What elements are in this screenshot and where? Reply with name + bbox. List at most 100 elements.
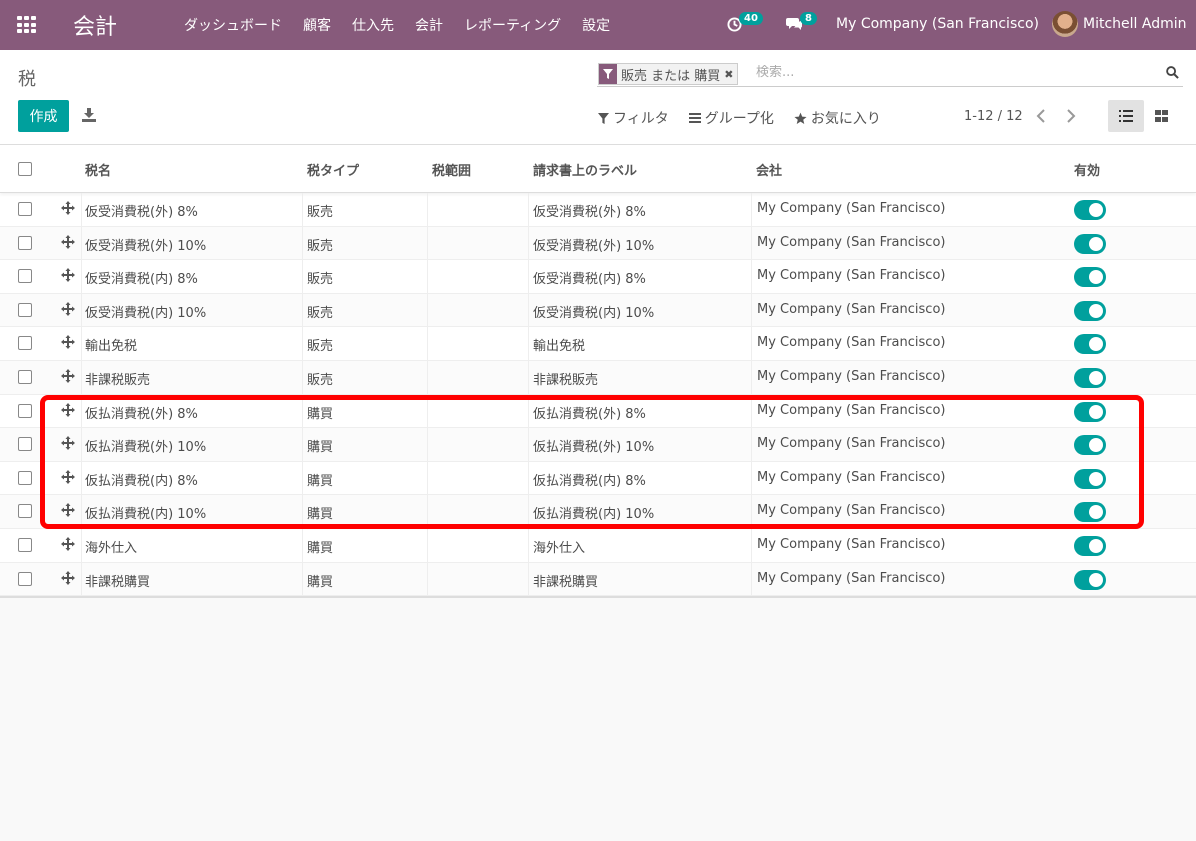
row-checkbox[interactable] [18,202,32,216]
drag-handle-icon[interactable] [61,234,75,249]
search-options: フィルタ グループ化 お気に入り [598,108,901,128]
cell-tax-name: 仮払消費税(内) 8% [85,473,198,489]
company-switcher[interactable]: My Company (San Francisco) [836,16,1039,32]
list-view-icon [1119,110,1133,122]
menu-item-configuration[interactable]: 設定 [582,15,610,35]
table-row[interactable]: 仮払消費税(内) 8% 購買 仮払消費税(内) 8% My Company (San … [0,461,1196,496]
column-header-active[interactable]: 有効 [1074,160,1100,179]
facet-remove-icon[interactable]: ✖ [724,68,737,81]
list-view-button[interactable] [1108,100,1144,132]
cell-tax-type: 販売 [307,372,334,388]
drag-handle-icon[interactable] [61,503,75,518]
row-checkbox[interactable] [18,437,32,452]
pager-value[interactable]: 1-12 / 12 [964,109,1023,124]
menu-item-reporting[interactable]: レポーティング [464,15,561,35]
cell-invoice-label: 仮受消費税(外) 10% [533,238,655,254]
table-row[interactable]: 仮払消費税(内) 10% 購買 仮払消費税(内) 10% My Company (Sa… [0,495,1196,529]
table-row[interactable]: 仮受消費税(内) 10% 販売 仮受消費税(内) 10% My Company (Sa… [0,293,1196,328]
download-icon[interactable] [82,108,96,122]
drag-handle-icon[interactable] [61,570,75,585]
search-icon[interactable] [1166,66,1179,79]
column-header-scope[interactable]: 税範囲 [432,160,471,179]
search-input[interactable] [756,65,1136,80]
active-toggle[interactable] [1074,300,1106,321]
cell-invoice-label: 仮受消費税(内) 10% [533,305,655,321]
kanban-view-button[interactable] [1146,100,1176,132]
table-row[interactable]: 仮払消費税(外) 10% 購買 仮払消費税(外) 10% My Company (Sa… [0,428,1196,462]
column-header-label[interactable]: 請求書上のラベル [533,160,637,179]
drag-handle-icon[interactable] [61,536,75,551]
drag-handle-icon[interactable] [61,436,75,451]
row-checkbox[interactable] [18,470,32,485]
row-checkbox[interactable] [18,336,32,351]
table-body: 仮受消費税(外) 8% 販売 仮受消費税(外) 8% My Company (San … [0,193,1196,597]
row-checkbox[interactable] [18,269,32,284]
active-toggle[interactable] [1074,200,1106,220]
active-toggle[interactable] [1074,334,1106,355]
cell-tax-name: 仮払消費税(内) 10% [85,507,207,523]
cell-company: My Company (San Francisco) [757,436,946,452]
drag-handle-icon[interactable] [61,368,75,383]
row-checkbox[interactable] [18,369,32,384]
row-checkbox[interactable] [18,504,32,519]
search-bar: 販売 または 購買 ✖ [597,62,1183,87]
group-by-dropdown[interactable]: グループ化 [688,108,774,128]
column-header-company[interactable]: 会社 [756,160,782,179]
pager-previous-icon[interactable] [1036,109,1046,123]
cell-company: My Company (San Francisco) [757,301,946,317]
table-row[interactable]: 仮受消費税(外) 8% 販売 仮受消費税(外) 8% My Company (San … [0,193,1196,227]
table-row[interactable]: 仮払消費税(外) 8% 購買 仮払消費税(外) 8% My Company (San … [0,394,1196,429]
row-checkbox[interactable] [18,302,32,317]
active-toggle[interactable] [1074,468,1106,489]
drag-handle-icon[interactable] [61,469,75,484]
column-header-type[interactable]: 税タイプ [307,160,359,179]
row-checkbox[interactable] [18,537,32,552]
pager-next-icon[interactable] [1066,109,1076,123]
active-toggle[interactable] [1074,502,1106,523]
cell-tax-type: 購買 [307,473,334,489]
table-row[interactable]: 仮受消費税(内) 8% 販売 仮受消費税(内) 8% My Company (San … [0,260,1196,294]
table-row[interactable]: 非課税販売 販売 非課税販売 My Company (San Francisco) [0,360,1196,395]
drag-handle-icon[interactable] [61,301,75,316]
active-toggle[interactable] [1074,233,1106,254]
cell-company: My Company (San Francisco) [757,335,946,351]
cell-company: My Company (San Francisco) [757,201,946,216]
active-toggle[interactable] [1074,367,1106,388]
apps-menu-icon[interactable] [17,16,37,34]
menu-item-vendors[interactable]: 仕入先 [352,15,394,35]
drag-handle-icon[interactable] [61,335,75,350]
table-row[interactable]: 仮受消費税(外) 10% 販売 仮受消費税(外) 10% My Company (Sa… [0,226,1196,261]
drag-handle-icon[interactable] [61,402,75,417]
app-title[interactable]: 会計 [73,9,117,41]
drag-handle-icon[interactable] [61,201,75,215]
menu-item-accounting[interactable]: 会計 [415,15,443,35]
active-toggle[interactable] [1074,535,1106,556]
user-menu[interactable]: Mitchell Admin [1083,16,1187,32]
control-panel: 税 販売 または 購買 ✖ 作成 フィルタ グループ化 お気に入 [0,50,1196,145]
cell-tax-name: 仮受消費税(内) 8% [85,272,198,288]
active-toggle[interactable] [1074,267,1106,288]
star-icon [794,112,807,124]
active-toggle[interactable] [1074,569,1106,590]
user-avatar[interactable] [1052,11,1078,37]
row-checkbox[interactable] [18,235,32,250]
select-all-checkbox[interactable] [18,162,32,176]
active-toggle[interactable] [1074,401,1106,422]
table-row[interactable]: 海外仕入 購買 海外仕入 My Company (San Francisco) [0,528,1196,563]
cell-tax-name: 仮払消費税(外) 10% [85,440,207,456]
cell-invoice-label: 非課税販売 [533,372,599,388]
filters-dropdown[interactable]: フィルタ [598,108,669,128]
row-checkbox[interactable] [18,571,32,586]
active-toggle[interactable] [1074,435,1106,456]
menu-item-dashboard[interactable]: ダッシュボード [184,15,282,35]
drag-handle-icon[interactable] [61,268,75,283]
top-navbar: 会計 ダッシュボード 顧客 仕入先 会計 レポーティング 設定 40 8 My … [0,0,1196,50]
table-row[interactable]: 輸出免税 販売 輸出免税 My Company (San Francisco) [0,327,1196,361]
column-header-name[interactable]: 税名 [85,160,111,179]
activity-count-badge: 40 [739,12,763,25]
menu-item-customers[interactable]: 顧客 [303,15,331,35]
favorites-dropdown[interactable]: お気に入り [794,108,881,128]
table-row[interactable]: 非課税購買 購買 非課税購買 My Company (San Francisco) [0,562,1196,597]
create-button[interactable]: 作成 [18,100,69,132]
row-checkbox[interactable] [18,403,32,418]
